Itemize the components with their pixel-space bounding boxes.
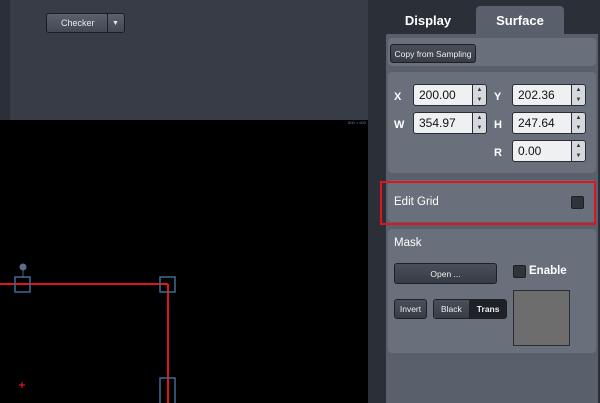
mask-enable-label: Enable xyxy=(529,265,567,277)
stepper-up-icon[interactable]: ▲ xyxy=(576,87,582,93)
h-value[interactable]: 247.64 xyxy=(512,112,572,134)
mask-enable-checkbox[interactable] xyxy=(513,265,526,278)
x-input[interactable]: 200.00 ▲ ▼ xyxy=(413,84,487,106)
w-stepper[interactable]: ▲ ▼ xyxy=(473,112,487,134)
tab-display[interactable]: Display xyxy=(380,6,476,34)
stepper-up-icon[interactable]: ▲ xyxy=(477,115,483,121)
mask-invert-button[interactable]: Invert xyxy=(394,299,427,319)
viewer-left-gutter xyxy=(0,0,10,120)
mask-mode-trans[interactable]: Trans xyxy=(469,300,507,318)
background-mode-label: Checker xyxy=(47,14,108,32)
stepper-down-icon[interactable]: ▼ xyxy=(576,125,582,131)
h-label: H xyxy=(494,119,502,131)
w-value[interactable]: 354.97 xyxy=(413,112,473,134)
w-input[interactable]: 354.97 ▲ ▼ xyxy=(413,112,487,134)
stepper-up-icon[interactable]: ▲ xyxy=(576,143,582,149)
x-stepper[interactable]: ▲ ▼ xyxy=(473,84,487,106)
mask-mode-toggle[interactable]: Black Trans xyxy=(433,299,508,319)
rotation-handle[interactable] xyxy=(19,263,27,271)
panel-tabs: Display Surface xyxy=(380,6,600,34)
stepper-down-icon[interactable]: ▼ xyxy=(576,153,582,159)
w-label: W xyxy=(394,119,405,131)
copy-from-sampling-button[interactable]: Copy from Sampling xyxy=(390,44,476,63)
background-mode-dropdown[interactable]: Checker ▼ xyxy=(46,13,125,33)
stepper-down-icon[interactable]: ▼ xyxy=(477,125,483,131)
chevron-down-icon[interactable]: ▼ xyxy=(108,14,124,32)
r-input[interactable]: 0.00 ▲ ▼ xyxy=(512,140,586,162)
stepper-up-icon[interactable]: ▲ xyxy=(477,87,483,93)
y-label: Y xyxy=(494,91,502,103)
tab-surface[interactable]: Surface xyxy=(476,6,564,34)
r-label: R xyxy=(494,147,502,159)
stepper-down-icon[interactable]: ▼ xyxy=(576,97,582,103)
x-value[interactable]: 200.00 xyxy=(413,84,473,106)
stepper-up-icon[interactable]: ▲ xyxy=(576,115,582,121)
mask-preview xyxy=(513,290,570,346)
mask-title: Mask xyxy=(394,237,422,249)
r-value[interactable]: 0.00 xyxy=(512,140,572,162)
mask-mode-black[interactable]: Black xyxy=(434,300,470,318)
h-input[interactable]: 247.64 ▲ ▼ xyxy=(512,112,586,134)
y-input[interactable]: 202.36 ▲ ▼ xyxy=(512,84,586,106)
stepper-down-icon[interactable]: ▼ xyxy=(477,97,483,103)
mask-open-button[interactable]: Open ... xyxy=(394,263,497,284)
y-stepper[interactable]: ▲ ▼ xyxy=(572,84,586,106)
h-stepper[interactable]: ▲ ▼ xyxy=(572,112,586,134)
r-stepper[interactable]: ▲ ▼ xyxy=(572,140,586,162)
y-value[interactable]: 202.36 xyxy=(512,84,572,106)
edit-grid-highlight xyxy=(380,181,596,225)
grid-overlay[interactable] xyxy=(0,120,368,403)
x-label: X xyxy=(394,91,402,103)
app-window: Checker ▼ 800 × 600 Display Surface Copy… xyxy=(0,0,600,403)
surface-canvas[interactable]: 800 × 600 xyxy=(0,120,368,403)
